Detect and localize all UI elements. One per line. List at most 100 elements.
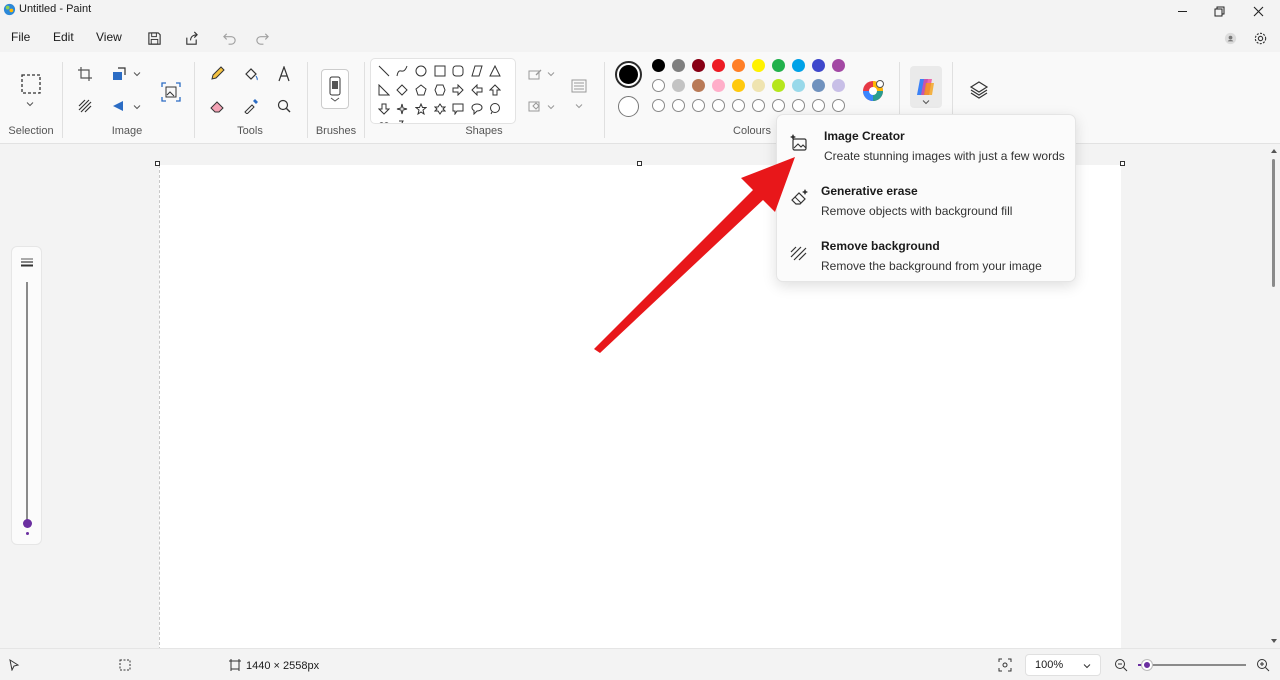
- custom-colour-slot[interactable]: [692, 99, 705, 112]
- menu-item-generative-erase[interactable]: Generative erase Remove objects with bac…: [777, 177, 1077, 229]
- colour-swatch[interactable]: [792, 79, 805, 92]
- share-button[interactable]: [179, 27, 203, 49]
- colour-swatch[interactable]: [792, 59, 805, 72]
- chevron-down-icon[interactable]: [133, 103, 141, 111]
- stroke-size-button[interactable]: [566, 74, 592, 98]
- menu-file[interactable]: File: [11, 30, 30, 44]
- pencil-button[interactable]: [204, 62, 230, 86]
- custom-colour-slot[interactable]: [732, 99, 745, 112]
- resize-handle[interactable]: [155, 161, 160, 166]
- hexagon-shape-button[interactable]: [431, 81, 449, 99]
- custom-colour-slot[interactable]: [712, 99, 725, 112]
- zoom-select[interactable]: 100%: [1025, 654, 1101, 676]
- colour-swatch[interactable]: [812, 59, 825, 72]
- colour-swatch[interactable]: [772, 79, 785, 92]
- six-point-star-shape-button[interactable]: [431, 100, 449, 118]
- five-point-star-shape-button[interactable]: [412, 100, 430, 118]
- layers-button[interactable]: [966, 78, 992, 102]
- left-arrow-shape-button[interactable]: [468, 81, 486, 99]
- account-button[interactable]: [1218, 27, 1242, 49]
- magnifier-button[interactable]: [271, 94, 297, 118]
- four-point-star-shape-button[interactable]: [393, 100, 411, 118]
- oval-shape-button[interactable]: [412, 62, 430, 80]
- callout-cloud-shape-button[interactable]: [486, 100, 504, 118]
- line-shape-button[interactable]: [375, 62, 393, 80]
- minimize-button[interactable]: [1164, 0, 1200, 22]
- chevron-down-icon[interactable]: [133, 70, 141, 78]
- colour-swatch[interactable]: [812, 79, 825, 92]
- undo-button[interactable]: [217, 27, 241, 49]
- callout-oval-shape-button[interactable]: [468, 100, 486, 118]
- primary-colour-button[interactable]: [615, 61, 642, 88]
- chevron-down-icon[interactable]: [547, 70, 555, 78]
- custom-colour-slot[interactable]: [832, 99, 845, 112]
- menu-item-remove-background[interactable]: Remove background Remove the background …: [777, 232, 1077, 284]
- colour-swatch[interactable]: [752, 79, 765, 92]
- colour-swatch[interactable]: [732, 59, 745, 72]
- chevron-down-icon[interactable]: [922, 98, 930, 106]
- colour-swatch[interactable]: [652, 59, 665, 72]
- rounded-rectangle-shape-button[interactable]: [449, 62, 467, 80]
- colour-swatch[interactable]: [752, 59, 765, 72]
- brushes-button[interactable]: [321, 69, 349, 109]
- brush-size-slider[interactable]: [11, 246, 42, 545]
- rotate-button[interactable]: [106, 94, 132, 118]
- diamond-shape-button[interactable]: [393, 81, 411, 99]
- resize-handle[interactable]: [637, 161, 642, 166]
- custom-colour-slot[interactable]: [772, 99, 785, 112]
- menu-view[interactable]: View: [96, 30, 122, 44]
- vertical-scrollbar[interactable]: [1268, 145, 1280, 648]
- edit-colours-button[interactable]: [859, 77, 887, 105]
- callout-rectangle-shape-button[interactable]: [449, 100, 467, 118]
- curve-shape-button[interactable]: [393, 62, 411, 80]
- image-select-button[interactable]: [157, 78, 185, 106]
- colour-swatch[interactable]: [652, 79, 665, 92]
- chevron-down-icon[interactable]: [26, 100, 34, 108]
- colour-swatch[interactable]: [692, 79, 705, 92]
- colour-swatch[interactable]: [772, 59, 785, 72]
- redo-button[interactable]: [250, 27, 274, 49]
- close-button[interactable]: [1240, 0, 1276, 22]
- zoom-in-icon[interactable]: [1256, 658, 1270, 672]
- shape-fill-button[interactable]: [522, 94, 548, 118]
- custom-colour-slot[interactable]: [672, 99, 685, 112]
- zoom-slider-thumb[interactable]: [1142, 660, 1152, 670]
- scroll-down-icon[interactable]: [1270, 637, 1278, 645]
- scroll-up-icon[interactable]: [1270, 147, 1278, 155]
- right-arrow-shape-button[interactable]: [449, 81, 467, 99]
- colour-swatch[interactable]: [712, 59, 725, 72]
- up-arrow-shape-button[interactable]: [486, 81, 504, 99]
- scrollbar-thumb[interactable]: [1272, 159, 1275, 287]
- colour-swatch[interactable]: [692, 59, 705, 72]
- selection-tool-button[interactable]: [17, 70, 45, 98]
- colour-swatch[interactable]: [832, 79, 845, 92]
- zoom-slider-track[interactable]: [1138, 660, 1246, 670]
- text-button[interactable]: [271, 62, 297, 86]
- resize-button[interactable]: [106, 62, 132, 86]
- fill-button[interactable]: [238, 62, 264, 86]
- menu-edit[interactable]: Edit: [53, 30, 74, 44]
- triangle-shape-button[interactable]: [486, 62, 504, 80]
- heart-shape-button[interactable]: [375, 117, 393, 123]
- pentagon-shape-button[interactable]: [412, 81, 430, 99]
- polygon-shape-button[interactable]: [468, 62, 486, 80]
- colour-swatch[interactable]: [832, 59, 845, 72]
- shape-outline-button[interactable]: [522, 62, 548, 86]
- down-arrow-shape-button[interactable]: [375, 100, 393, 118]
- colour-swatch[interactable]: [732, 79, 745, 92]
- color-picker-button[interactable]: [238, 94, 264, 118]
- remove-background-button[interactable]: [72, 94, 98, 118]
- slider-thumb[interactable]: [23, 519, 32, 528]
- restore-button[interactable]: [1201, 0, 1237, 22]
- fit-to-window-icon[interactable]: [998, 658, 1012, 672]
- crop-button[interactable]: [72, 62, 98, 86]
- save-button[interactable]: [142, 27, 166, 49]
- zoom-out-icon[interactable]: [1114, 658, 1128, 672]
- colour-swatch[interactable]: [712, 79, 725, 92]
- custom-colour-slot[interactable]: [792, 99, 805, 112]
- settings-button[interactable]: [1248, 27, 1272, 49]
- resize-handle[interactable]: [1120, 161, 1125, 166]
- chevron-down-icon[interactable]: [575, 102, 583, 110]
- rectangle-shape-button[interactable]: [431, 62, 449, 80]
- custom-colour-slot[interactable]: [652, 99, 665, 112]
